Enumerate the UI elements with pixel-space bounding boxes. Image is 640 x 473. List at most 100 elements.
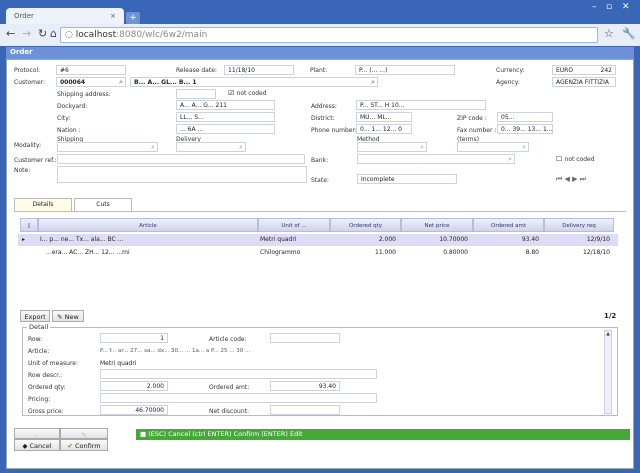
home-icon[interactable]: ⌂ xyxy=(50,27,57,40)
delivery-modality-field[interactable] xyxy=(176,142,246,152)
first-record-icon: ⏮ xyxy=(556,175,563,183)
currency-label: Currency: xyxy=(496,67,525,74)
window-title: Order xyxy=(6,47,634,59)
state-field: Incomplete xyxy=(357,174,457,184)
confirm-button[interactable]: ✔ Confirm xyxy=(60,439,108,451)
row-descr-label: Row descr.: xyxy=(28,372,63,379)
gross-price-field[interactable]: 46.70000 xyxy=(100,405,168,415)
phone-label: Phone number: xyxy=(311,127,357,134)
customer-name-field[interactable]: B... A... GL... B... 1 xyxy=(130,77,378,87)
column-header-unit[interactable]: Unit of ... xyxy=(258,218,330,232)
agency-field[interactable]: AGENZIA FITTIZIA xyxy=(552,77,616,87)
article-field: P... f... ar... 27... sa... dx... 30... … xyxy=(100,348,251,354)
forward-icon[interactable]: → xyxy=(22,27,31,40)
new-tab-button[interactable]: + xyxy=(126,12,140,24)
dockyard-label: Dockyard: xyxy=(57,103,88,110)
modality-label: Modality: xyxy=(14,142,42,149)
article-code-label: Article code: xyxy=(209,336,247,343)
article-label: Article: xyxy=(28,348,50,355)
uom-field: Metri quadri xyxy=(100,360,137,367)
net-discount-label: Net discount: xyxy=(209,408,249,415)
column-header-ordered-qty[interactable]: Ordered qty xyxy=(330,218,401,232)
bank-not-coded-checkbox[interactable]: ☐ not coded xyxy=(556,155,595,163)
nation-label: Nation : xyxy=(57,127,81,134)
shipping-address-label: Shipping address: xyxy=(57,91,111,98)
customer-ref-field[interactable] xyxy=(57,154,305,164)
release-date-field[interactable]: 11/18/10 xyxy=(224,65,294,75)
export-button[interactable]: Export xyxy=(20,310,50,322)
gross-price-label: Gross price: xyxy=(28,408,64,415)
shipping-modality-field[interactable] xyxy=(57,142,158,152)
district-field[interactable]: MU... ML... xyxy=(356,112,412,122)
phone-field[interactable]: 0... 1... 12... 0 xyxy=(356,124,412,134)
release-date-label: Release date: xyxy=(176,67,217,74)
table-row[interactable]: ...era... AC... ZH... 12... ...mi Chilog… xyxy=(18,247,618,259)
address-label: Address: xyxy=(311,103,337,110)
state-label: State: xyxy=(311,177,329,184)
row-descr-field[interactable] xyxy=(100,369,377,379)
disabled-button: – xyxy=(14,428,60,439)
method-field[interactable] xyxy=(357,142,427,152)
detail-legend: Detail xyxy=(27,323,51,331)
net-discount-field[interactable] xyxy=(270,405,340,415)
keyboard-hint-bar: ■ (ESC) Cancel (ctrl ENTER) Confirm (ENT… xyxy=(136,429,630,440)
pricing-label: Pricing: xyxy=(28,396,51,403)
city-label: City: xyxy=(57,115,71,122)
not-coded-checkbox[interactable]: ☑ not coded xyxy=(228,89,267,97)
check-icon: ✔ xyxy=(67,442,73,450)
note-textarea[interactable] xyxy=(57,166,307,183)
agency-label: Agency: xyxy=(496,79,520,86)
row-label: Row: xyxy=(28,336,43,343)
bank-label: Bank: xyxy=(311,157,329,164)
tab-details[interactable]: Details xyxy=(14,198,72,211)
last-record-icon: ⏭ xyxy=(579,175,587,183)
column-header-delivery-req[interactable]: Delivery req xyxy=(544,218,614,232)
nation-field[interactable]: ... 6A ... xyxy=(176,124,275,134)
ordered-qty-label: Ordered qty: xyxy=(28,384,66,391)
ordered-amt-field[interactable]: 93.40 xyxy=(270,381,340,391)
prev-record-icon: ◀ xyxy=(564,175,570,183)
column-header-article[interactable]: Article xyxy=(38,218,258,232)
zip-field[interactable]: 05... xyxy=(497,112,553,122)
grid-column-chooser[interactable]: ▯ xyxy=(20,218,38,232)
currency-field[interactable]: EURO 242 xyxy=(552,65,616,75)
ordered-qty-field[interactable]: 2.000 xyxy=(100,381,168,391)
city-field[interactable]: LL... S... xyxy=(176,112,275,122)
address-bar[interactable]: ◌ localhost:8080/wlc/6w2/main xyxy=(60,27,598,43)
column-header-net-price[interactable]: Net price xyxy=(401,218,473,232)
shipping-address-field[interactable] xyxy=(176,89,216,99)
back-icon[interactable]: ← xyxy=(6,27,15,40)
next-record-icon: ▶ xyxy=(572,175,578,183)
cancel-button[interactable]: ◆ Cancel xyxy=(14,439,60,451)
record-nav-buttons[interactable]: ⏮ ◀ ▶ ⏭ xyxy=(556,175,586,184)
customer-ref-label: Customer ref.: xyxy=(14,157,57,164)
customer-label: Customer: xyxy=(14,79,46,86)
terms-field[interactable] xyxy=(457,142,529,152)
bank-field[interactable] xyxy=(357,154,515,164)
article-code-field[interactable] xyxy=(270,333,340,343)
uom-label: Unit of measure: xyxy=(28,360,79,367)
ordered-amt-label: Ordered amt: xyxy=(209,384,250,391)
fax-field[interactable]: 0... 39... 13... 1... xyxy=(497,124,553,134)
fax-label: Fax number : xyxy=(457,127,497,134)
new-button[interactable]: ✎ New xyxy=(52,310,84,322)
row-field: 1 xyxy=(100,333,168,343)
table-row[interactable]: ▸ I... p... ne... Tx... ala... BC ... Me… xyxy=(18,234,618,246)
reload-icon[interactable]: ↻ xyxy=(38,27,47,40)
plant-label: Plant: xyxy=(310,67,328,74)
dockyard-field[interactable]: A... A... G... 211 xyxy=(176,100,275,110)
close-window-button[interactable]: ✕ xyxy=(622,2,630,12)
pricing-field[interactable] xyxy=(100,393,377,403)
detail-scrollbar[interactable]: ▲ xyxy=(604,330,612,414)
district-label: District: xyxy=(311,115,335,122)
customer-code-field[interactable]: 000064 xyxy=(56,77,126,87)
maximize-button[interactable]: ▫ xyxy=(606,2,612,12)
minimize-button[interactable]: – xyxy=(592,2,597,12)
protocol-field[interactable]: #6 xyxy=(56,65,126,75)
plant-field[interactable]: P... (... ...) xyxy=(355,65,455,75)
tab-cuts[interactable]: Cuts xyxy=(74,198,132,211)
bookmark-star-icon[interactable]: ☆ xyxy=(604,27,614,40)
wrench-icon[interactable]: 🔧 xyxy=(622,27,636,40)
column-header-ordered-amt[interactable]: Ordered amt xyxy=(473,218,544,232)
address-field[interactable]: P... ST... H 10... xyxy=(356,100,486,110)
